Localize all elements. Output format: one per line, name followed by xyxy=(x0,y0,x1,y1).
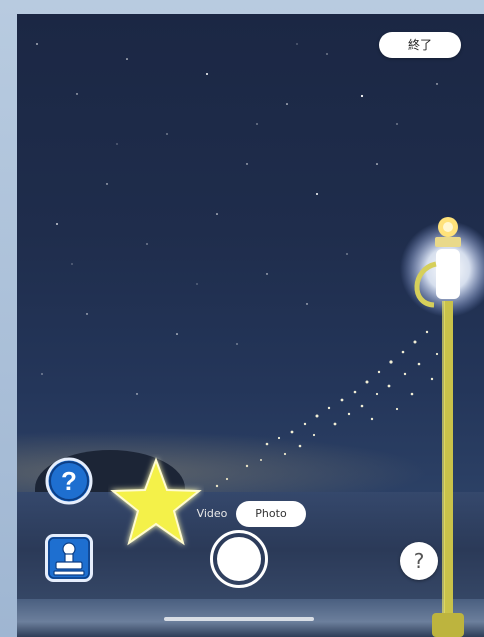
home-indicator xyxy=(164,617,314,621)
mode-photo-tab[interactable]: Photo xyxy=(236,501,306,527)
shutter-button[interactable] xyxy=(210,530,268,588)
device-frame: 終了 ? Video Photo ? xyxy=(0,0,484,637)
help-button[interactable]: ? xyxy=(400,542,438,580)
mode-video-tab[interactable]: Video xyxy=(182,501,242,527)
camera-mode-selector: Video Photo xyxy=(172,501,308,527)
end-button[interactable]: 終了 xyxy=(379,32,461,58)
shutter-button-inner xyxy=(217,537,261,581)
stamp-icon[interactable] xyxy=(45,534,93,582)
svg-text:?: ? xyxy=(61,466,77,496)
question-mark-icon[interactable]: ? xyxy=(45,457,93,505)
